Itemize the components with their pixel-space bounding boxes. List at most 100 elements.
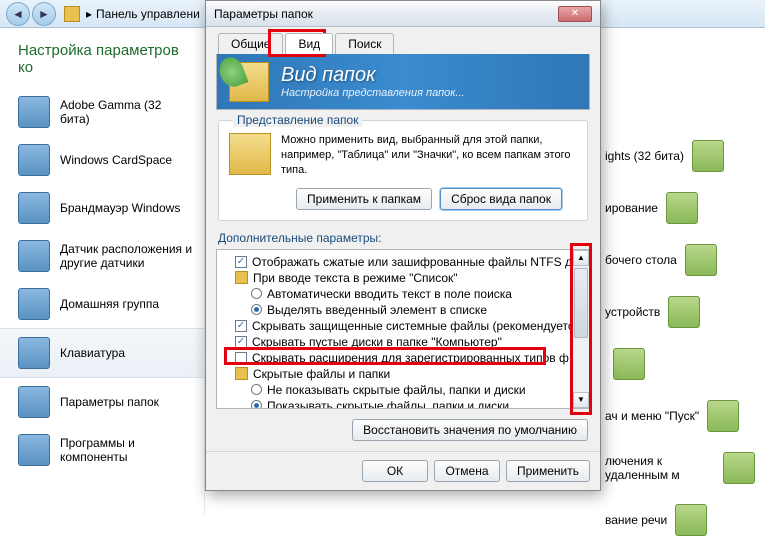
cp-item[interactable]: бочего стола	[605, 244, 755, 276]
cp-item[interactable]	[605, 348, 755, 380]
cp-item[interactable]: ирование	[605, 192, 755, 224]
tree-row[interactable]: Выделять введенный элемент в списке	[221, 302, 572, 318]
cp-label: лючения к удаленным м	[605, 454, 715, 482]
checkbox-icon[interactable]	[235, 256, 247, 268]
dialog-footer: ОК Отмена Применить	[206, 451, 600, 490]
folder-options-dialog: Параметры папок ✕ Общие Вид Поиск Вид па…	[205, 0, 601, 491]
tree-label: Не показывать скрытые файлы, папки и дис…	[267, 383, 526, 397]
back-button[interactable]: ◄	[6, 2, 30, 26]
checkbox-icon[interactable]	[235, 352, 247, 364]
address-icon	[64, 6, 80, 22]
cp-label: ач и меню "Пуск"	[605, 409, 699, 423]
cp-label: Датчик расположения и другие датчики	[60, 242, 194, 270]
scroll-down-icon[interactable]: ▼	[573, 392, 589, 408]
tab-strip: Общие Вид Поиск	[218, 33, 590, 54]
apply-to-folders-button[interactable]: Применить к папкам	[296, 188, 432, 210]
radio-icon[interactable]	[251, 384, 262, 395]
cp-item[interactable]: ights (32 бита)	[605, 140, 755, 172]
cp-label: Домашняя группа	[60, 297, 159, 311]
app-icon	[692, 140, 724, 172]
folder-icon	[235, 367, 248, 380]
cp-label: Клавиатура	[60, 346, 125, 360]
cp-item-selected[interactable]: Клавиатура	[0, 328, 204, 378]
banner-subtitle: Настройка представления папок...	[281, 87, 465, 99]
cp-label: Adobe Gamma (32 бита)	[60, 98, 194, 126]
breadcrumb-sep: ▸	[86, 7, 92, 21]
cp-item[interactable]: Программы и компоненты	[0, 426, 204, 474]
address-text[interactable]: Панель управлени	[96, 7, 200, 21]
cp-item[interactable]: вание речи	[605, 504, 755, 536]
app-icon	[18, 192, 50, 224]
group-text: Можно применить вид, выбранный для этой …	[281, 133, 577, 178]
app-icon	[18, 240, 50, 272]
banner: Вид папок Настройка представления папок.…	[216, 54, 590, 110]
app-icon	[613, 348, 645, 380]
tree-label: Выделять введенный элемент в списке	[267, 303, 487, 317]
tree-row[interactable]: Показывать скрытые файлы, папки и диски	[221, 398, 572, 408]
cp-item[interactable]: лючения к удаленным м	[605, 452, 755, 484]
tree-label: Скрывать защищенные системные файлы (рек…	[252, 319, 572, 333]
cp-label: Windows CardSpace	[60, 153, 172, 167]
cp-item[interactable]: Windows CardSpace	[0, 136, 204, 184]
dialog-titlebar[interactable]: Параметры папок ✕	[206, 1, 600, 27]
checkbox-icon[interactable]	[235, 320, 247, 332]
cp-item[interactable]: Брандмауэр Windows	[0, 184, 204, 232]
ok-button[interactable]: ОК	[362, 460, 428, 482]
group-title: Представление папок	[233, 113, 362, 127]
app-icon	[18, 337, 50, 369]
tab-search[interactable]: Поиск	[335, 33, 394, 54]
right-column: ights (32 бита) ирование бочего стола ус…	[605, 140, 755, 556]
app-icon	[18, 144, 50, 176]
restore-defaults-button[interactable]: Восстановить значения по умолчанию	[352, 419, 588, 441]
tree-label: Скрывать расширения для зарегистрированн…	[252, 351, 569, 365]
app-icon	[668, 296, 700, 328]
checkbox-icon[interactable]	[235, 336, 247, 348]
dialog-title: Параметры папок	[214, 7, 313, 21]
reset-folders-button[interactable]: Сброс вида папок	[440, 188, 562, 210]
tree-label: Скрывать пустые диски в папке "Компьютер…	[252, 335, 502, 349]
tab-view[interactable]: Вид	[285, 33, 333, 54]
radio-icon[interactable]	[251, 400, 262, 408]
app-icon	[18, 386, 50, 418]
cp-item[interactable]: Adobe Gamma (32 бита)	[0, 88, 204, 136]
cp-item[interactable]: ач и меню "Пуск"	[605, 400, 755, 432]
settings-tree[interactable]: Отображать сжатые или зашифрованные файл…	[217, 250, 572, 408]
apply-button[interactable]: Применить	[506, 460, 590, 482]
tree-label: При вводе текста в режиме "Список"	[253, 271, 458, 285]
tree-row[interactable]: Скрывать пустые диски в папке "Компьютер…	[221, 334, 572, 350]
tree-row[interactable]: При вводе текста в режиме "Список"	[221, 270, 572, 286]
tree-row[interactable]: Не показывать скрытые файлы, папки и дис…	[221, 382, 572, 398]
tree-row[interactable]: Скрывать защищенные системные файлы (рек…	[221, 318, 572, 334]
page-title: Настройка параметров ко	[0, 42, 204, 88]
scroll-track[interactable]	[573, 266, 589, 392]
cp-item[interactable]: Параметры папок	[0, 378, 204, 426]
cp-label: вание речи	[605, 513, 667, 527]
cp-label: ights (32 бита)	[605, 149, 684, 163]
cp-item[interactable]: Домашняя группа	[0, 280, 204, 328]
close-button[interactable]: ✕	[558, 6, 592, 22]
app-icon	[707, 400, 739, 432]
tree-row[interactable]: Автоматически вводить текст в поле поиск…	[221, 286, 572, 302]
radio-icon[interactable]	[251, 288, 262, 299]
scroll-thumb[interactable]	[574, 268, 588, 338]
cancel-button[interactable]: Отмена	[434, 460, 500, 482]
cp-item[interactable]: Датчик расположения и другие датчики	[0, 232, 204, 280]
tree-label: Автоматически вводить текст в поле поиск…	[267, 287, 512, 301]
folder-icon	[229, 62, 269, 102]
app-icon	[18, 288, 50, 320]
scrollbar[interactable]: ▲ ▼	[572, 250, 589, 408]
app-icon	[723, 452, 755, 484]
tree-row[interactable]: Скрытые файлы и папки	[221, 366, 572, 382]
tree-row[interactable]: Отображать сжатые или зашифрованные файл…	[221, 254, 572, 270]
cp-item[interactable]: устройств	[605, 296, 755, 328]
cp-label: ирование	[605, 201, 658, 215]
radio-icon[interactable]	[251, 304, 262, 315]
cp-label: Брандмауэр Windows	[60, 201, 180, 215]
tree-label: Отображать сжатые или зашифрованные файл…	[252, 255, 572, 269]
cp-label: Параметры папок	[60, 395, 159, 409]
tab-general[interactable]: Общие	[218, 33, 283, 54]
scroll-up-icon[interactable]: ▲	[573, 250, 589, 266]
app-icon	[685, 244, 717, 276]
forward-button[interactable]: ►	[32, 2, 56, 26]
tree-row-hide-extensions[interactable]: Скрывать расширения для зарегистрированн…	[221, 350, 572, 366]
